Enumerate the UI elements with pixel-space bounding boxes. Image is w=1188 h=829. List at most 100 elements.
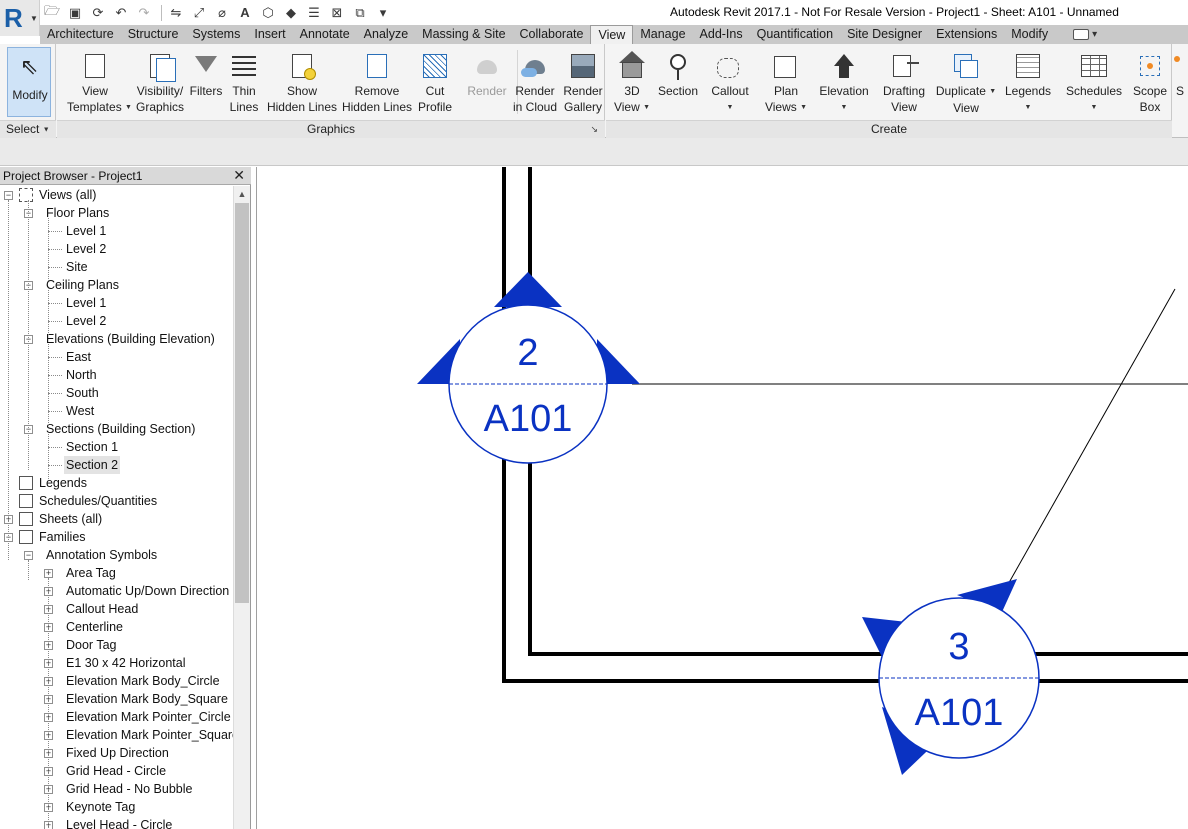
tree-item[interactable]: + Door Tag (0, 636, 233, 654)
tree-item[interactable]: − Elevations (Building Elevation) (0, 330, 233, 348)
modify-button[interactable]: ⇖ Modify (7, 47, 51, 117)
tab-architecture[interactable]: Architecture (40, 25, 121, 44)
tree-item[interactable]: + Keynote Tag (0, 798, 233, 816)
section-marker-3[interactable]: 3 A101 (862, 579, 1040, 775)
3d-view-button[interactable]: 3D View ▼ (612, 46, 652, 118)
aligned-dimension-icon[interactable]: ⤢ (189, 3, 209, 23)
default-3d-view-icon[interactable]: ⬡ (258, 3, 278, 23)
customize-toolbar-icon[interactable]: ▾ (373, 3, 393, 23)
select-panel-title[interactable]: Select ▼ (0, 120, 56, 138)
tab-collaborate[interactable]: Collaborate (513, 25, 591, 44)
tab-structure[interactable]: Structure (121, 25, 186, 44)
tree-item[interactable]: East (0, 348, 233, 366)
tree-item[interactable]: − Annotation Symbols (0, 546, 233, 564)
tree-item[interactable]: Level 2 (0, 312, 233, 330)
tree-item[interactable]: − Sections (Building Section) (0, 420, 233, 438)
tree-item[interactable]: + Elevation Mark Pointer_Square (0, 726, 233, 744)
visibility-graphics-button[interactable]: Visibility/ Graphics (133, 46, 187, 118)
open-icon[interactable]: 🗁 (42, 3, 62, 23)
application-menu-button[interactable]: R ▼ (0, 0, 40, 36)
scroll-thumb[interactable] (235, 203, 249, 603)
tree-item[interactable]: − Ceiling Plans (0, 276, 233, 294)
tree-item[interactable]: Level 1 (0, 294, 233, 312)
tree-item[interactable]: + Grid Head - Circle (0, 762, 233, 780)
scope-box-button[interactable]: Scope Box (1130, 46, 1170, 118)
tree-item[interactable]: + Automatic Up/Down Direction (0, 582, 233, 600)
tab-massing-site[interactable]: Massing & Site (415, 25, 512, 44)
tree-item[interactable]: − Families (0, 528, 233, 546)
collapse-icon[interactable]: − (4, 191, 13, 200)
duplicate-view-button[interactable]: Duplicate ▼ View (934, 46, 998, 118)
measure-icon[interactable]: ⇋ (166, 3, 186, 23)
tree-item[interactable]: + E1 30 x 42 Horizontal (0, 654, 233, 672)
elevation-button[interactable]: Elevation ▼ (814, 46, 874, 118)
save-icon[interactable]: ▣ (65, 3, 85, 23)
sync-icon[interactable]: ⟳ (88, 3, 108, 23)
tree-item[interactable]: + Fixed Up Direction (0, 744, 233, 762)
tab-analyze[interactable]: Analyze (357, 25, 415, 44)
legends-button[interactable]: Legends ▼ (1000, 46, 1056, 118)
tab-modify[interactable]: Modify (1004, 25, 1055, 44)
tree-item[interactable]: + Elevation Mark Pointer_Circle (0, 708, 233, 726)
tree-item[interactable]: + Sheets (all) (0, 510, 233, 528)
tree-item[interactable]: Level 1 (0, 222, 233, 240)
tab-extensions[interactable]: Extensions (929, 25, 1004, 44)
tree-item[interactable]: + Callout Head (0, 600, 233, 618)
text-icon[interactable]: A (235, 3, 255, 23)
tree-item[interactable]: Level 2 (0, 240, 233, 258)
callout-button[interactable]: Callout ▼ (706, 46, 754, 118)
dialog-launcher-icon[interactable]: ↘ (590, 124, 598, 135)
collapse-icon[interactable]: − (24, 551, 33, 560)
ribbon-minimize-toggle[interactable]: ▾ (1073, 25, 1097, 44)
show-hidden-lines-button[interactable]: Show Hidden Lines (265, 46, 339, 118)
section-marker-2[interactable]: 2 A101 (417, 272, 640, 464)
thin-lines-icon[interactable]: ☰ (304, 3, 324, 23)
tree-item[interactable]: + Elevation Mark Body_Circle (0, 672, 233, 690)
tree-item[interactable]: + Elevation Mark Body_Square (0, 690, 233, 708)
drawing-canvas[interactable]: 2 A101 3 A101 (256, 167, 1188, 829)
render-gallery-button[interactable]: Render Gallery (559, 46, 607, 118)
close-hidden-windows-icon[interactable]: ⊠ (327, 3, 347, 23)
tree-item[interactable]: Site (0, 258, 233, 276)
tree-item[interactable]: + Level Head - Circle (0, 816, 233, 829)
sheet-button-partial[interactable]: S (1172, 46, 1188, 118)
tab-manage[interactable]: Manage (633, 25, 692, 44)
tab-view[interactable]: View (590, 25, 634, 44)
tree-item[interactable]: North (0, 366, 233, 384)
tree-item[interactable]: + Area Tag (0, 564, 233, 582)
tag-icon[interactable]: ⌀ (212, 3, 232, 23)
redo-icon[interactable]: ↷ (134, 3, 154, 23)
tree-item[interactable]: − Views (all) (0, 186, 233, 204)
tab-quantification[interactable]: Quantification (750, 25, 840, 44)
schedules-button[interactable]: Schedules ▼ (1062, 46, 1126, 118)
render-button[interactable]: Render (463, 46, 511, 118)
cut-profile-button[interactable]: Cut Profile (415, 46, 455, 118)
tree-item[interactable]: West (0, 402, 233, 420)
tree-item[interactable]: Section 2 (0, 456, 233, 474)
render-in-cloud-button[interactable]: Render in Cloud (511, 46, 559, 118)
remove-hidden-lines-button[interactable]: Remove Hidden Lines (340, 46, 414, 118)
view-templates-button[interactable]: View Templates ▼ (67, 46, 132, 118)
drafting-view-button[interactable]: Drafting View (878, 46, 930, 118)
plan-views-button[interactable]: Plan Views ▼ (764, 46, 808, 118)
tab-annotate[interactable]: Annotate (293, 25, 357, 44)
expand-icon[interactable]: + (44, 569, 53, 578)
section-icon[interactable]: ◆ (281, 3, 301, 23)
thin-lines-button[interactable]: Thin Lines (226, 46, 262, 118)
tab-site-designer[interactable]: Site Designer (840, 25, 929, 44)
section-button[interactable]: Section (654, 46, 702, 118)
tree-item[interactable]: South (0, 384, 233, 402)
close-icon[interactable]: ✕ (233, 167, 245, 184)
tab-add-ins[interactable]: Add-Ins (693, 25, 750, 44)
tab-insert[interactable]: Insert (247, 25, 292, 44)
scroll-up-arrow-icon[interactable]: ▲ (234, 186, 250, 202)
tab-systems[interactable]: Systems (185, 25, 247, 44)
tree-item[interactable]: + Centerline (0, 618, 233, 636)
vertical-scrollbar[interactable]: ▲ (233, 186, 250, 829)
undo-icon[interactable]: ↶ (111, 3, 131, 23)
tree-item[interactable]: Section 1 (0, 438, 233, 456)
tree-item[interactable]: − Floor Plans (0, 204, 233, 222)
tree-item[interactable]: Legends (0, 474, 233, 492)
tree-item[interactable]: Schedules/Quantities (0, 492, 233, 510)
switch-windows-icon[interactable]: ⧉ (350, 3, 370, 23)
